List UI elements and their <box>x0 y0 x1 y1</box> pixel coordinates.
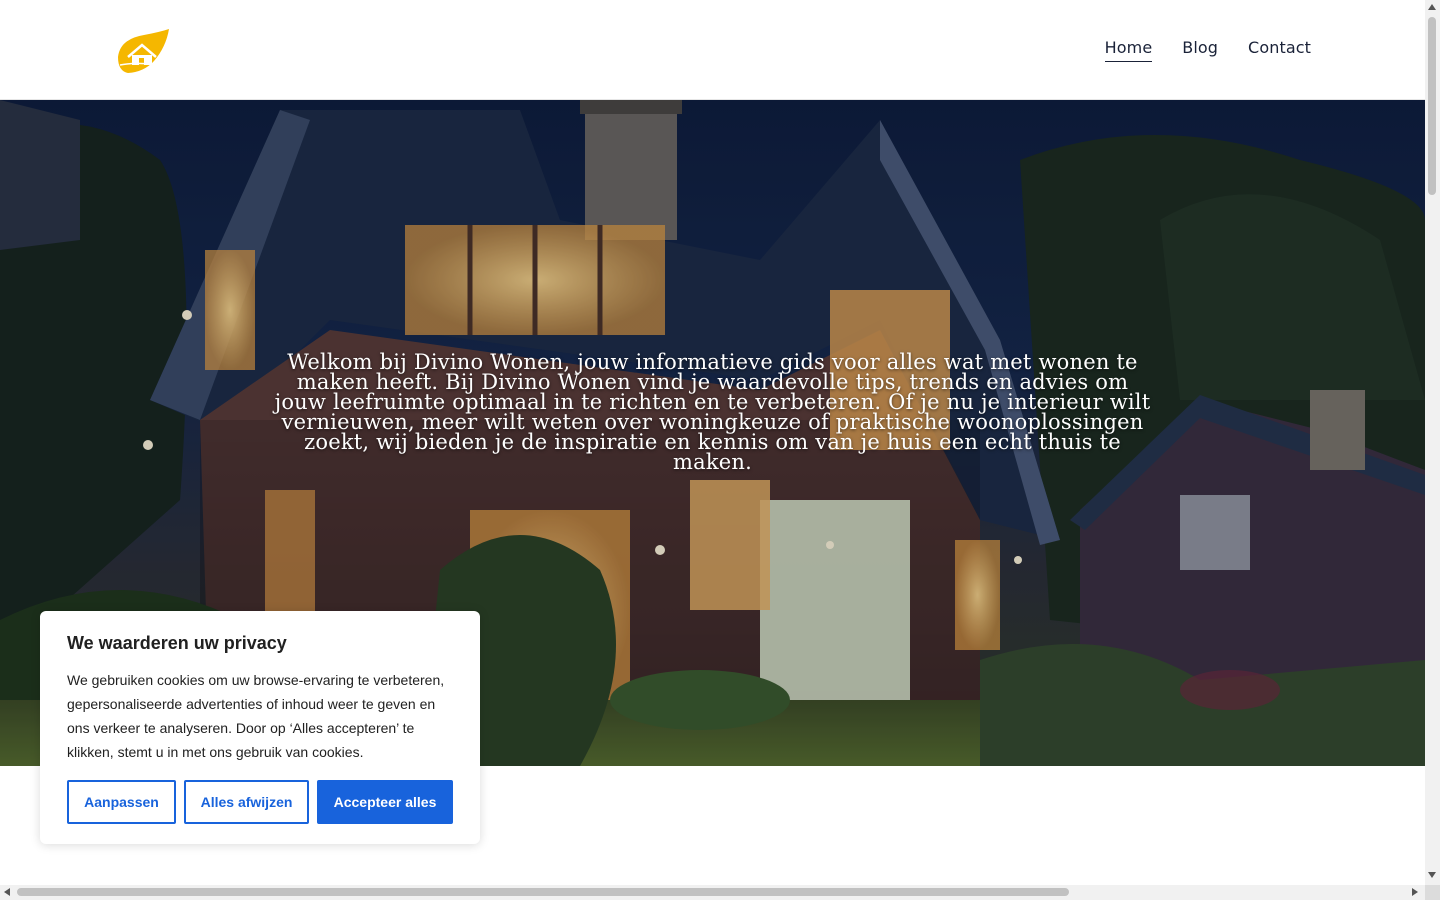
horizontal-scrollbar[interactable] <box>0 885 1425 900</box>
vertical-scroll-thumb[interactable] <box>1428 17 1436 195</box>
customize-button[interactable]: Aanpassen <box>67 780 176 824</box>
scroll-right-icon[interactable] <box>1412 888 1418 896</box>
cookie-banner: We waarderen uw privacy We gebruiken coo… <box>40 611 480 844</box>
cookie-title: We waarderen uw privacy <box>67 633 287 653</box>
nav-home-link[interactable]: Home <box>1104 38 1153 62</box>
main-nav: Home Blog Contact <box>1104 38 1311 62</box>
scroll-left-icon[interactable] <box>4 888 10 896</box>
logo-icon[interactable] <box>114 27 170 75</box>
nav-contact-link[interactable]: Contact <box>1248 38 1311 62</box>
scrollbar-corner <box>1425 885 1440 900</box>
cookie-buttons: Aanpassen Alles afwijzen Accepteer alles <box>67 780 453 824</box>
vertical-scrollbar[interactable] <box>1425 0 1440 885</box>
horizontal-scroll-thumb[interactable] <box>17 888 1069 896</box>
site-header: Home Blog Contact <box>0 0 1425 100</box>
accept-all-button[interactable]: Accepteer alles <box>317 780 453 824</box>
cookie-text: We gebruiken cookies om uw browse-ervari… <box>67 672 445 760</box>
scroll-up-icon[interactable] <box>1428 4 1436 10</box>
scroll-down-icon[interactable] <box>1428 872 1436 878</box>
reject-all-button[interactable]: Alles afwijzen <box>184 780 309 824</box>
nav-blog-link[interactable]: Blog <box>1182 38 1218 62</box>
hero-intro-text: Welkom bij Divino Wonen, jouw informatie… <box>274 350 1151 474</box>
